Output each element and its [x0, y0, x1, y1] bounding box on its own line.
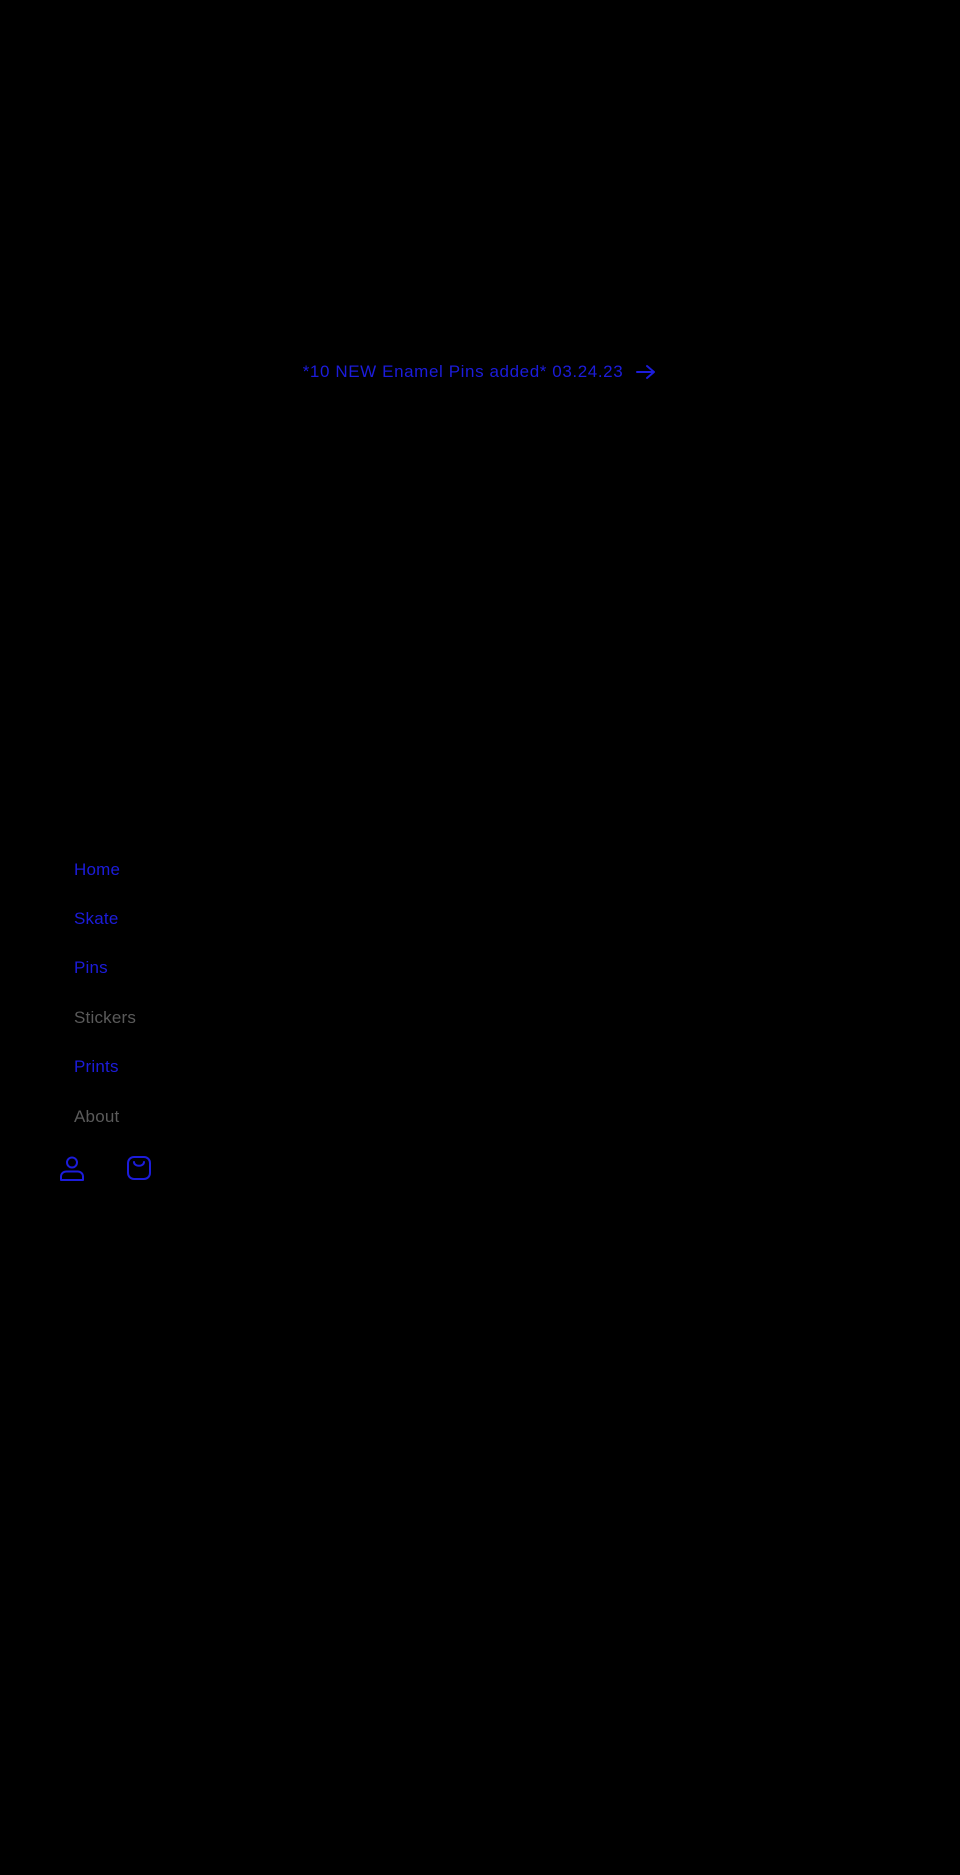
nav-link-prints[interactable]: Prints — [74, 1057, 119, 1077]
nav-link-skate[interactable]: Skate — [74, 909, 118, 929]
nav-item-prints: Prints — [74, 1043, 136, 1092]
cart-button[interactable] — [123, 1152, 155, 1184]
nav-link-about[interactable]: About — [74, 1107, 119, 1127]
account-button[interactable] — [56, 1152, 88, 1184]
announcement-bar-link[interactable]: *10 NEW Enamel Pins added* 03.24.23 — [0, 352, 960, 392]
announcement-text: *10 NEW Enamel Pins added* 03.24.23 — [302, 362, 624, 381]
nav-link-stickers[interactable]: Stickers — [74, 1008, 136, 1028]
arrow-right-icon — [635, 364, 657, 380]
nav-link-pins[interactable]: Pins — [74, 958, 108, 978]
nav-link-home[interactable]: Home — [74, 860, 120, 880]
nav-item-stickers: Stickers — [74, 993, 136, 1042]
nav-item-home: Home — [74, 845, 136, 894]
account-icon — [58, 1154, 86, 1182]
nav-item-skate: Skate — [74, 894, 136, 943]
nav-item-about: About — [74, 1092, 136, 1141]
main-navigation: Home Skate Pins Stickers Prints About — [74, 845, 136, 1141]
header-icons — [56, 1152, 190, 1184]
cart-icon — [125, 1154, 153, 1182]
nav-item-pins: Pins — [74, 944, 136, 993]
